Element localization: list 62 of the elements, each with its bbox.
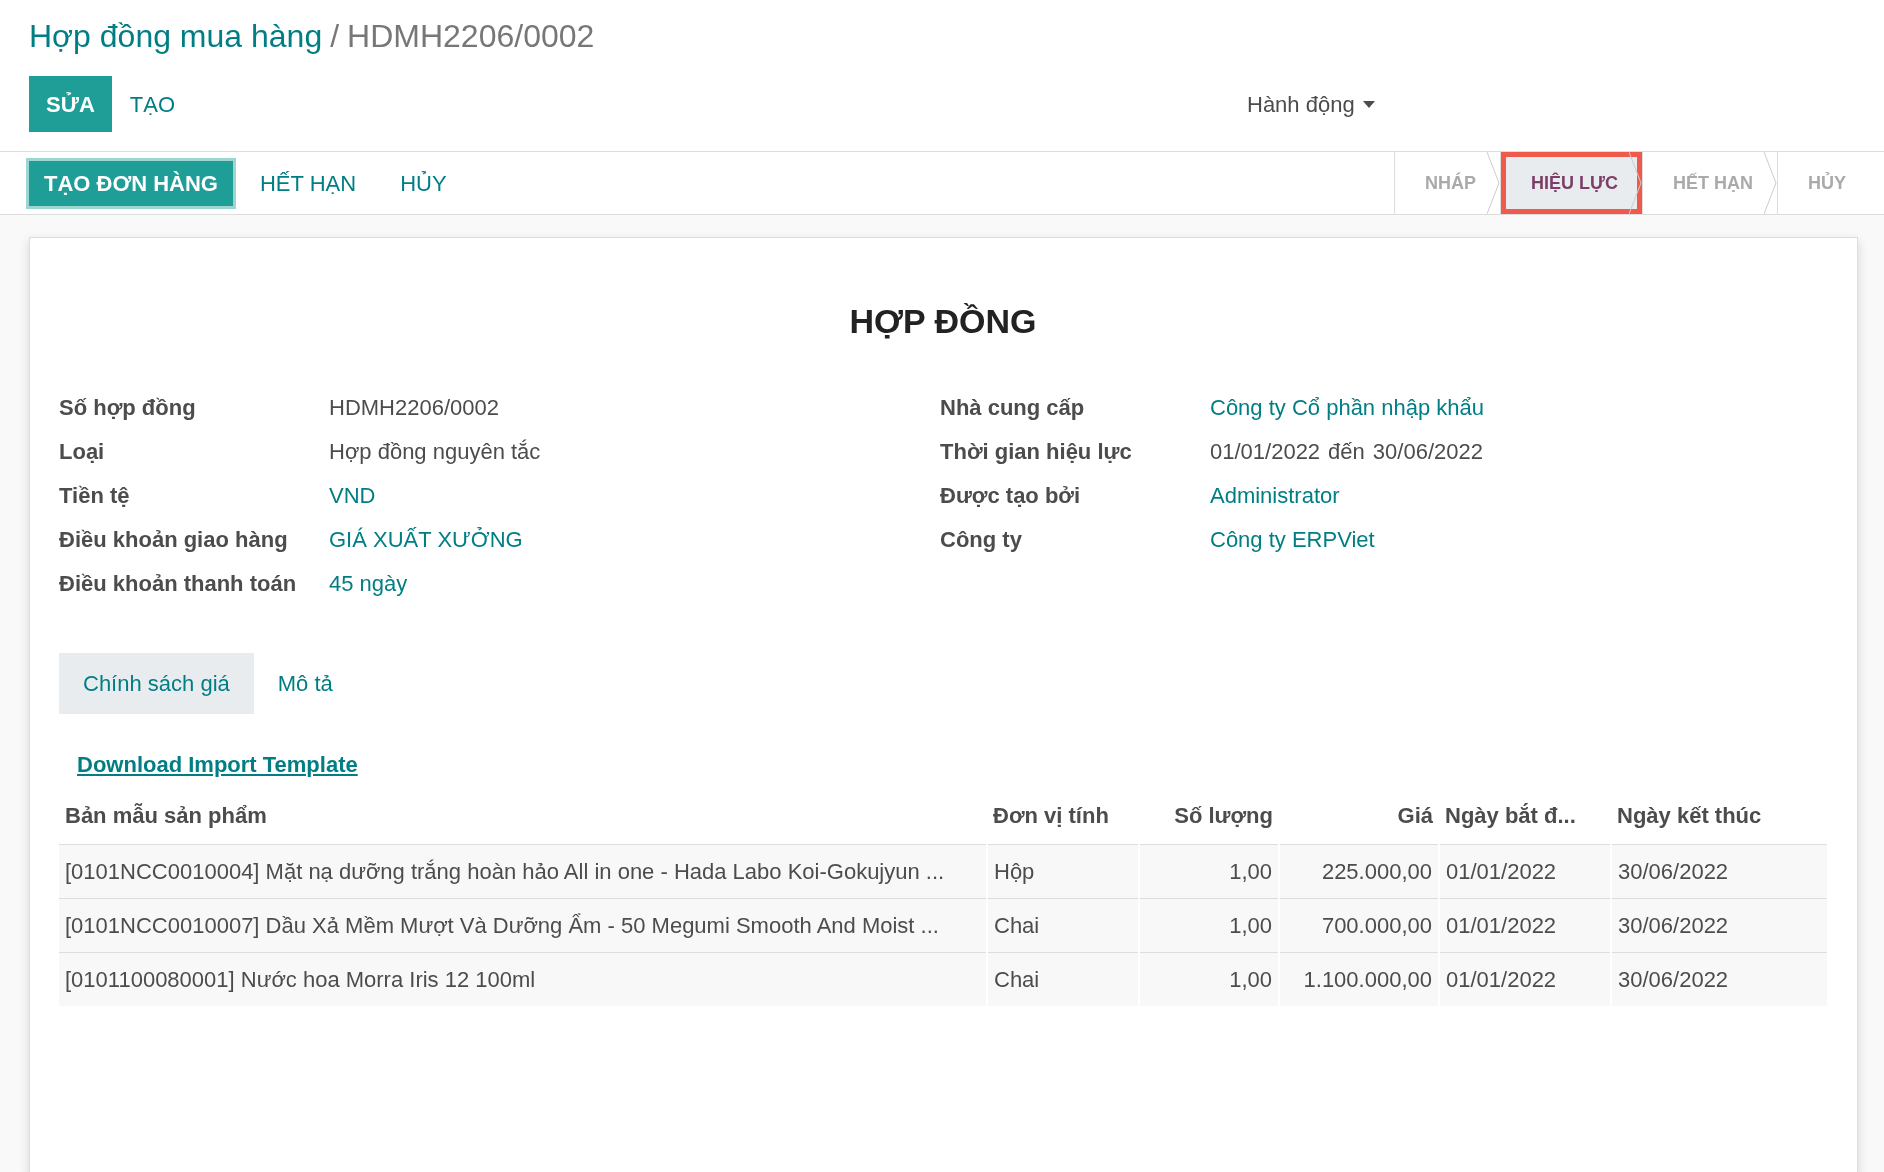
field-value: Hợp đồng nguyên tắc [329, 437, 541, 466]
table-cell: 1,00 [1139, 952, 1279, 1006]
chevron-icon [1487, 152, 1501, 214]
notebook-tab[interactable]: Chính sách giá [59, 653, 254, 714]
column-header: Ngày kết thúc [1611, 791, 1827, 845]
create-button[interactable]: TẠO [111, 76, 194, 132]
field-label: Công ty [940, 525, 1023, 554]
field-value: HDMH2206/0002 [329, 393, 499, 422]
table-cell: Chai [987, 952, 1139, 1006]
header-button[interactable]: TẠO ĐƠN HÀNG [26, 157, 236, 209]
field-link[interactable]: VND [329, 478, 376, 512]
table-cell: [0101NCC0010007] Dầu Xả Mềm Mượt Và Dưỡng Ẩm - 50 Megumi Smooth And Moist ... [59, 898, 987, 953]
column-header: Ngày bắt đ... [1439, 791, 1611, 845]
field-link[interactable]: Administrator [1210, 478, 1340, 512]
table-cell: [0101100080001] Nước hoa Morra Iris 12 100ml [59, 952, 987, 1006]
field-label: Loại [59, 437, 106, 466]
table-cell: 01/01/2022 [1439, 844, 1611, 899]
field-link[interactable]: Công ty ERPViet [1210, 522, 1375, 556]
field-label: Được tạo bởi [940, 481, 1082, 510]
caret-icon [1362, 100, 1375, 108]
table-cell: 01/01/2022 [1439, 952, 1611, 1006]
field-link[interactable]: GIÁ XUẤT XƯỞNG [329, 522, 523, 556]
field-label: Số hợp đồng [59, 393, 197, 422]
field-value: 01/01/2022 [1210, 437, 1321, 466]
table-cell: 225.000,00 [1279, 844, 1439, 899]
chevron-icon [1764, 152, 1777, 214]
table-cell: 30/06/2022 [1611, 898, 1827, 953]
table-cell: 30/06/2022 [1611, 844, 1827, 899]
table-cell: 1.100.000,00 [1279, 952, 1439, 1006]
column-header: Đơn vị tính [987, 791, 1139, 845]
breadcrumb-link[interactable]: Hợp đồng mua hàng [29, 12, 323, 60]
table-cell: Chai [987, 898, 1139, 953]
field-label: Tiền tệ [59, 481, 131, 510]
table-cell: Hộp [987, 844, 1139, 899]
table-cell: 01/01/2022 [1439, 898, 1611, 953]
table-cell: [0101NCC0010004] Mặt nạ dưỡng trắng hoàn hảo All in one - Hada Labo Koi-Gokujyun ... [59, 844, 987, 899]
edit-button[interactable]: SỬA [29, 76, 112, 132]
chevron-icon [1629, 152, 1642, 214]
table-cell: 1,00 [1139, 898, 1279, 953]
table-cell: 700.000,00 [1279, 898, 1439, 953]
table-cell: 30/06/2022 [1611, 952, 1827, 1006]
column-header: Số lượng [1139, 791, 1279, 845]
status-stage[interactable]: HIỆU LỰC [1500, 152, 1642, 214]
field-label: Nhà cung cấp [940, 393, 1086, 422]
column-header: Giá [1279, 791, 1439, 845]
breadcrumb-separator: / [330, 17, 340, 56]
action-dropdown[interactable]: Hành động [1229, 76, 1393, 132]
form-title: HỢP ĐỒNG [848, 301, 1038, 342]
table-cell: 1,00 [1139, 844, 1279, 899]
breadcrumb-current: HDMH2206/0002 [347, 17, 595, 56]
field-value: 30/06/2022 [1372, 437, 1483, 466]
notebook-tab[interactable]: Mô tả [253, 653, 357, 714]
field-label: Điều khoản giao hàng [59, 525, 289, 554]
column-header: Bản mẫu sản phẩm [59, 791, 987, 845]
field-label: Điều khoản thanh toán [59, 569, 298, 598]
field-separator: đến [1328, 437, 1365, 466]
download-template-link[interactable]: Download Import Template [77, 752, 358, 777]
header-button[interactable]: HẾT HẠN [240, 160, 377, 206]
field-link[interactable]: Công ty Cổ phần nhập khẩu [1210, 390, 1484, 424]
field-label: Thời gian hiệu lực [940, 437, 1133, 466]
header-button[interactable]: HỦY [380, 160, 467, 206]
field-link[interactable]: 45 ngày [329, 566, 408, 600]
